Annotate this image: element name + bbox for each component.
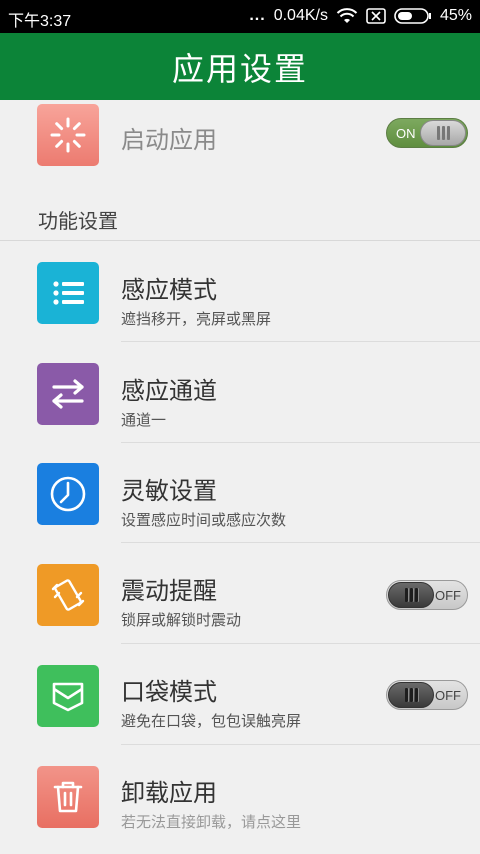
pocket-mode-row[interactable]: 口袋模式 避免在口袋，包包误触亮屏 OFF (0, 644, 480, 745)
toggle-knob (420, 120, 466, 146)
vibrate-icon (37, 564, 99, 626)
page-title: 应用设置 (171, 49, 308, 88)
toggle-knob (388, 682, 434, 708)
toggle-knob (388, 582, 434, 608)
section-divider (0, 240, 480, 241)
pocket-icon (37, 665, 99, 727)
item-title: 震动提醒 (121, 577, 217, 605)
vibration-toggle[interactable]: OFF (386, 580, 468, 610)
item-title: 卸载应用 (121, 779, 217, 807)
item-subtitle: 设置感应时间或感应次数 (121, 511, 287, 529)
battery-icon (394, 8, 431, 24)
launch-app-toggle[interactable]: ON (386, 118, 468, 148)
status-bar: 下午3:37 ... 0.04K/s 45% (0, 0, 480, 33)
clock-icon (37, 463, 99, 525)
item-title: 感应通道 (121, 377, 217, 405)
toggle-off-label: OFF (435, 688, 461, 703)
item-title: 口袋模式 (121, 678, 217, 706)
sensitivity-row[interactable]: 灵敏设置 设置感应时间或感应次数 (0, 443, 480, 543)
item-subtitle: 遮挡移开，亮屏或黑屏 (121, 310, 272, 328)
item-subtitle: 通道一 (121, 411, 167, 429)
loading-icon (37, 104, 99, 166)
toggle-on-label: ON (396, 126, 416, 141)
vibration-reminder-row[interactable]: 震动提醒 锁屏或解锁时震动 OFF (0, 543, 480, 644)
row-divider (121, 341, 480, 342)
network-speed: 0.04K/s (273, 7, 328, 24)
sensing-mode-row[interactable]: 感应模式 遮挡移开，亮屏或黑屏 (0, 242, 480, 342)
signal-dots-icon: ... (249, 7, 266, 24)
pocket-mode-toggle[interactable]: OFF (386, 680, 468, 710)
list-icon (37, 262, 99, 324)
settings-list: 启动应用 ON 功能设置 感应模式 遮挡移开，亮屏或黑屏 感应通道 通道一 灵敏… (0, 100, 480, 854)
sim-disabled-icon (366, 8, 386, 24)
toggle-off-label: OFF (435, 588, 461, 603)
battery-percent: 45% (439, 7, 472, 24)
item-title: 灵敏设置 (121, 477, 217, 505)
launch-app-row[interactable]: 启动应用 ON (0, 85, 480, 185)
launch-app-label: 启动应用 (121, 126, 217, 154)
uninstall-app-row[interactable]: 卸载应用 若无法直接卸载，请点这里 (0, 745, 480, 845)
item-subtitle: 避免在口袋，包包误触亮屏 (121, 712, 302, 730)
sensing-channel-row[interactable]: 感应通道 通道一 (0, 343, 480, 443)
trash-icon (37, 766, 99, 828)
status-icons: ... 0.04K/s 45% (249, 7, 472, 25)
item-subtitle: 锁屏或解锁时震动 (121, 611, 242, 629)
swap-arrows-icon (37, 363, 99, 425)
status-time: 下午3:37 (8, 13, 72, 30)
item-title: 感应模式 (121, 276, 217, 304)
section-title: 功能设置 (38, 209, 118, 233)
item-subtitle: 若无法直接卸载，请点这里 (121, 813, 302, 831)
wifi-icon (336, 8, 358, 23)
